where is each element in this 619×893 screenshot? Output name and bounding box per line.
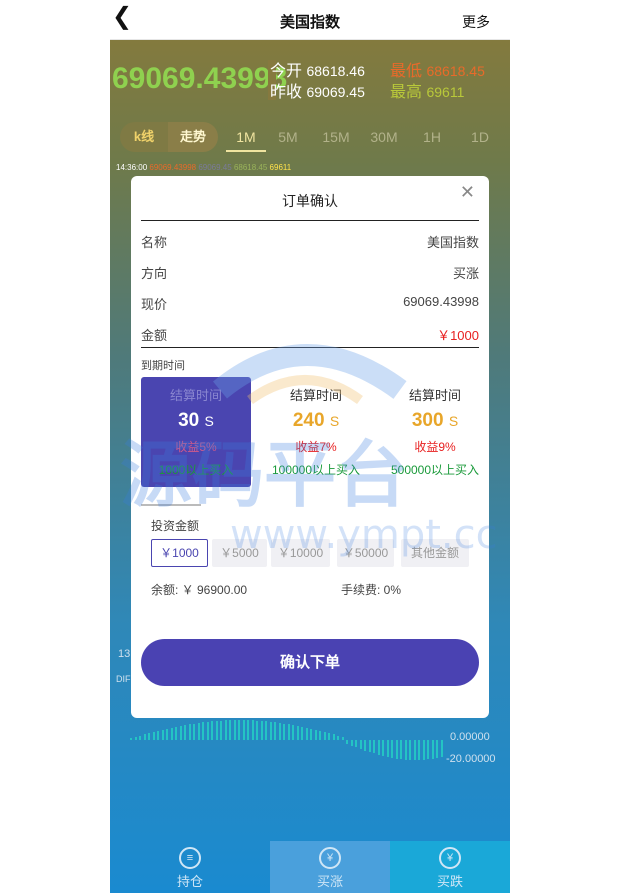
option-unit: S: [204, 413, 214, 429]
price-value: 69069.43998: [403, 294, 479, 309]
option-minimum: 100000以上买入: [271, 463, 361, 477]
option-seconds: 300 S: [381, 410, 489, 432]
name-label: 名称: [141, 235, 168, 250]
option-minimum: 500000以上买入: [390, 463, 480, 477]
amount-option-1000[interactable]: ￥1000: [151, 539, 208, 567]
amount-option-other[interactable]: 其他金额: [401, 539, 469, 567]
option-seconds-value: 300: [411, 410, 444, 431]
amount-value: ￥1000: [437, 328, 479, 343]
modal-overlay: 订单确认 ✕ 名称 美国指数 方向 买涨 现价 69069.43998 金额 ￥…: [0, 0, 619, 893]
option-seconds-value: 240: [292, 410, 325, 431]
amount-option-5000[interactable]: ￥5000: [212, 539, 267, 567]
option-seconds: 240 S: [261, 410, 371, 432]
option-profit: 收益7%: [295, 440, 337, 454]
option-unit: S: [329, 413, 340, 429]
name-value: 美国指数: [426, 235, 479, 250]
expire-option-240s[interactable]: 结算时间 240 S 收益7% 100000以上买入: [261, 377, 371, 487]
invest-amount-label: 投资金额: [151, 519, 200, 533]
dialog-title: 订单确认: [282, 193, 338, 209]
option-profit: 收益9%: [414, 440, 456, 454]
price-label: 现价: [141, 297, 168, 312]
amount-option-50000[interactable]: ￥50000: [337, 539, 394, 567]
option-title: 结算时间: [289, 388, 342, 403]
order-confirm-dialog: 订单确认 ✕ 名称 美国指数 方向 买涨 现价 69069.43998 金额 ￥…: [131, 176, 489, 718]
option-profit: 收益5%: [175, 440, 217, 454]
section-divider: [141, 504, 201, 506]
close-icon[interactable]: ✕: [460, 182, 475, 203]
option-seconds: 30 S: [141, 410, 251, 432]
option-minimum: 1000以上买入: [158, 463, 234, 477]
balance-text: 余额: ￥ 96900.00: [151, 583, 248, 597]
expire-option-30s[interactable]: 结算时间 30 S 收益5% 1000以上买入: [141, 377, 251, 487]
direction-value: 买涨: [452, 266, 479, 281]
confirm-order-button[interactable]: 确认下单: [141, 639, 479, 686]
fee-text: 手续费: 0%: [341, 583, 402, 597]
option-title: 结算时间: [169, 388, 222, 403]
option-unit: S: [448, 413, 459, 429]
option-title: 结算时间: [408, 388, 461, 403]
expire-label: 到期时间: [141, 360, 185, 372]
divider: [141, 347, 479, 348]
amount-option-10000[interactable]: ￥10000: [271, 539, 330, 567]
direction-label: 方向: [141, 266, 168, 281]
amount-label: 金额: [141, 328, 168, 343]
option-seconds-value: 30: [178, 410, 200, 431]
expire-option-300s[interactable]: 结算时间 300 S 收益9% 500000以上买入: [381, 377, 489, 487]
divider: [141, 220, 479, 221]
